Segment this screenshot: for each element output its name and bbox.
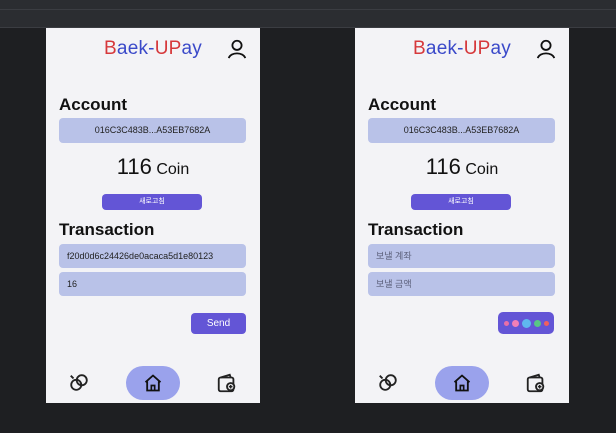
transaction-heading: Transaction <box>368 220 464 239</box>
balance-value: 116 <box>116 154 152 179</box>
logo-part: B <box>413 38 426 59</box>
transaction-heading: Transaction <box>59 220 155 239</box>
balance-display: 116 Coin <box>355 154 569 180</box>
balance-display: 116 Coin <box>46 154 260 180</box>
loading-dot <box>511 319 519 327</box>
phone-screen-send-form: Baek-UPay Account 016C3C483B...A53EB7682… <box>46 28 260 403</box>
refresh-button[interactable]: 새로고침 <box>411 194 511 210</box>
logo-part: ay <box>181 38 202 59</box>
logo-part: UP <box>154 38 182 59</box>
user-icon[interactable] <box>535 38 557 60</box>
nav-home-button[interactable] <box>126 366 180 400</box>
loading-dot <box>521 318 531 328</box>
wallet-add-icon[interactable] <box>216 372 238 394</box>
account-id: 016C3C483B...A53EB7682A <box>368 118 555 143</box>
recipient-account-input[interactable] <box>59 244 246 268</box>
send-loading-indicator <box>498 312 554 334</box>
logo-part: aek- <box>116 38 155 59</box>
send-button[interactable]: Send <box>191 313 246 334</box>
home-icon <box>453 374 471 392</box>
home-icon <box>144 374 162 392</box>
loading-dot <box>503 320 509 326</box>
amount-input[interactable] <box>368 272 555 296</box>
logo-part: UP <box>463 38 491 59</box>
account-heading: Account <box>368 95 436 114</box>
top-divider <box>0 9 616 10</box>
balance-value: 116 <box>425 154 461 179</box>
recipient-account-input[interactable] <box>368 244 555 268</box>
loading-dot <box>533 319 541 327</box>
logo-part: aek- <box>425 38 464 59</box>
logo-part: B <box>104 38 117 59</box>
wallet-add-icon[interactable] <box>525 372 547 394</box>
amount-input[interactable] <box>59 272 246 296</box>
user-icon[interactable] <box>226 38 248 60</box>
coin-link-icon[interactable] <box>377 372 399 394</box>
balance-unit: Coin <box>156 161 190 178</box>
window-top-bar <box>0 0 616 28</box>
coin-link-icon[interactable] <box>68 372 90 394</box>
nav-home-button[interactable] <box>435 366 489 400</box>
refresh-button[interactable]: 새로고침 <box>102 194 202 210</box>
balance-unit: Coin <box>465 161 499 178</box>
account-heading: Account <box>59 95 127 114</box>
account-id: 016C3C483B...A53EB7682A <box>59 118 246 143</box>
logo-part: ay <box>490 38 511 59</box>
loading-dot <box>543 320 549 326</box>
phone-screen-sending: Baek-UPay Account 016C3C483B...A53EB7682… <box>355 28 569 403</box>
